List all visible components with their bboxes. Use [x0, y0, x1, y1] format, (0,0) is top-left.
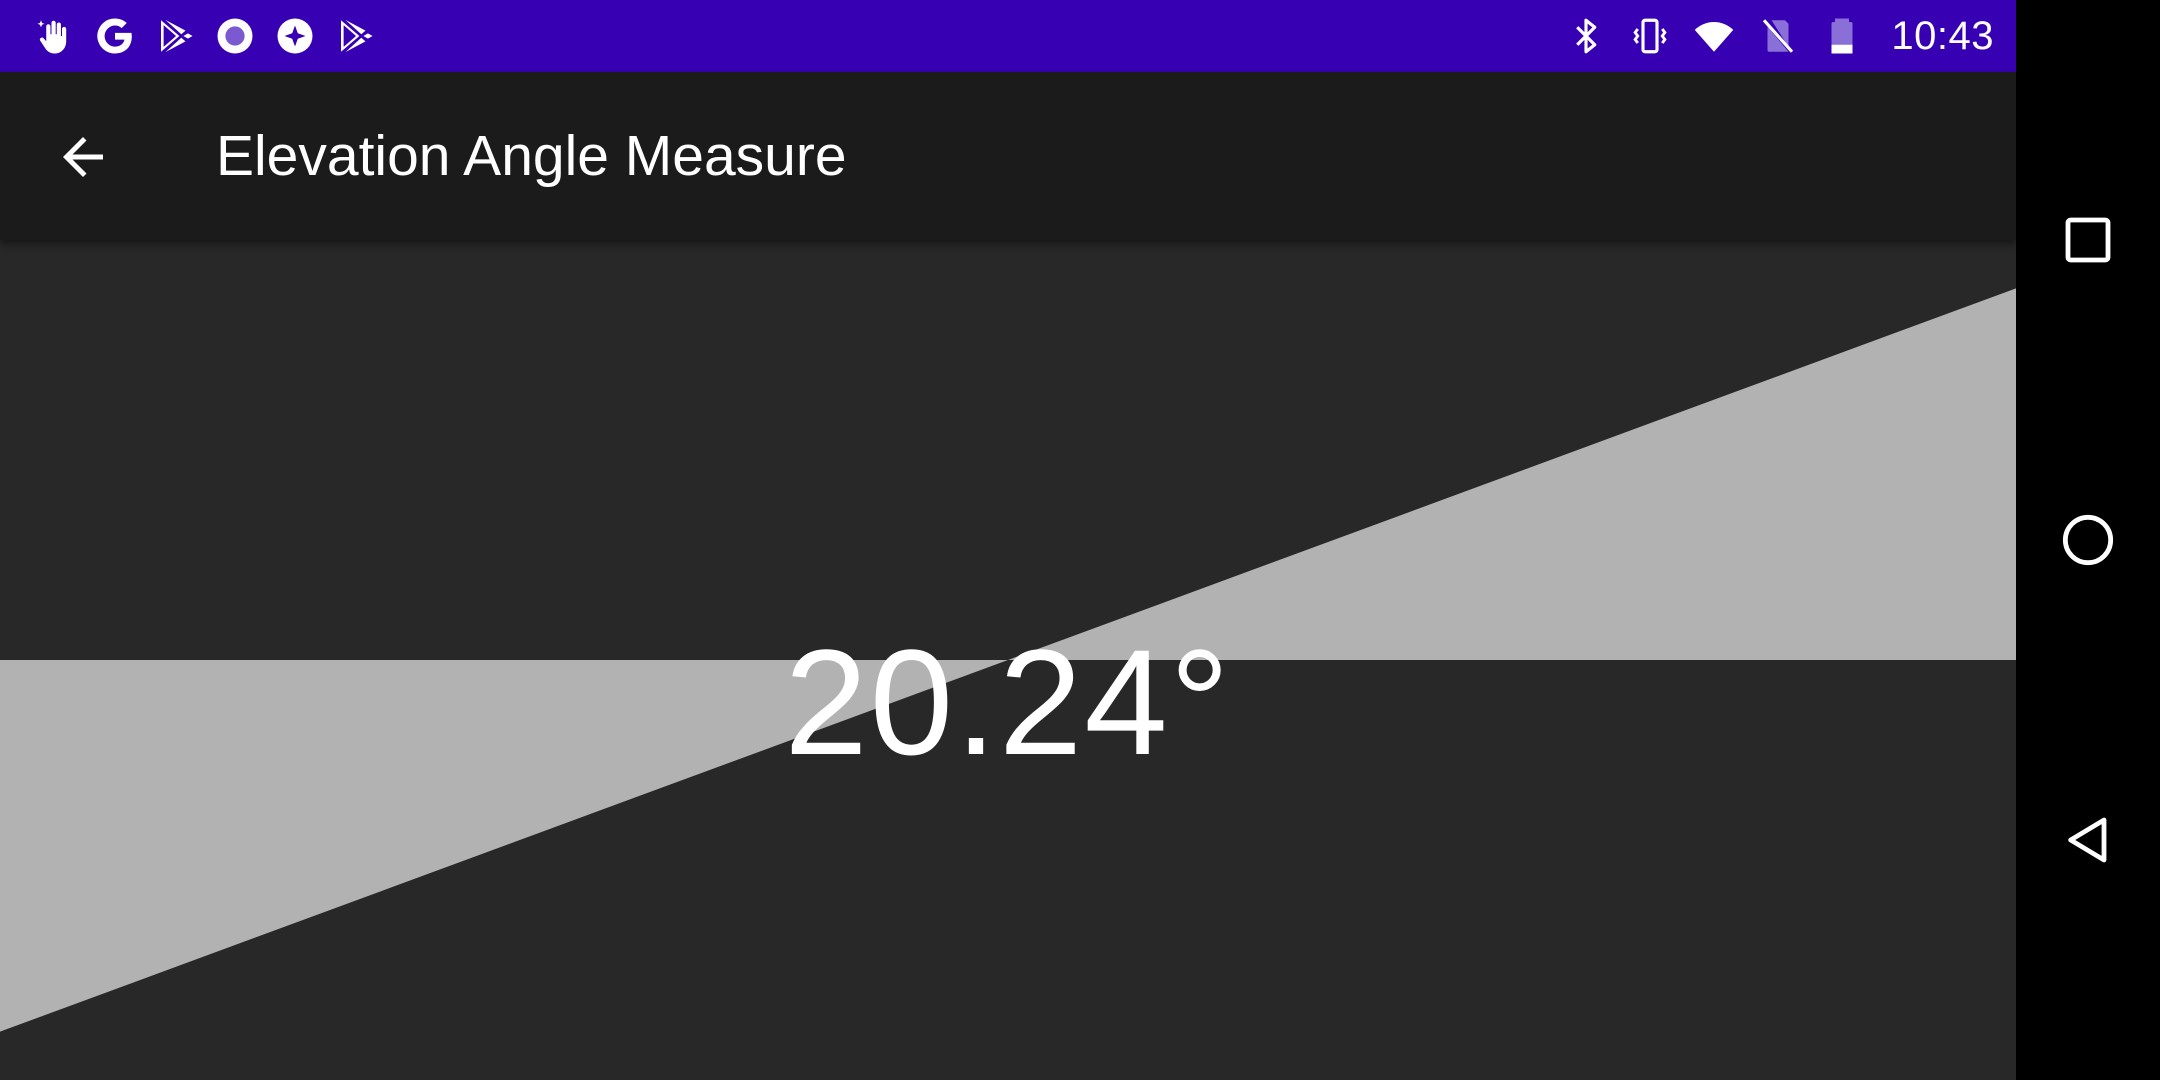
app-bar: Elevation Angle Measure: [0, 72, 2016, 240]
back-button[interactable]: [38, 112, 128, 202]
gesture-icon: [34, 15, 76, 57]
home-icon: [2062, 514, 2114, 566]
bluetooth-icon: [1565, 15, 1607, 57]
screen: 10:43 Elevation Angle Measure 20.24°: [0, 0, 2160, 1080]
play-store-icon: [154, 15, 196, 57]
clock: 10:43: [1891, 13, 1994, 58]
angle-readout: 20.24°: [784, 618, 1232, 786]
nav-back-button[interactable]: [2016, 768, 2160, 912]
navigation-bar: [2016, 0, 2160, 1080]
play-store-icon: [334, 15, 376, 57]
google-icon: [94, 15, 136, 57]
system-status-icons: 10:43: [1565, 0, 1994, 72]
app-diamond-icon: [274, 15, 316, 57]
wifi-icon: [1693, 15, 1735, 57]
home-button[interactable]: [2016, 468, 2160, 612]
arrow-back-icon: [63, 137, 103, 177]
no-sim-icon: [1757, 15, 1799, 57]
vibrate-icon: [1629, 15, 1671, 57]
status-bar: 10:43: [0, 0, 2016, 72]
level-surface: 20.24°: [0, 240, 2016, 1080]
battery-icon: [1821, 15, 1863, 57]
recents-icon: [2065, 217, 2111, 263]
page-title: Elevation Angle Measure: [216, 124, 847, 188]
recents-button[interactable]: [2016, 168, 2160, 312]
record-icon: [214, 15, 256, 57]
notification-icons: [34, 0, 376, 72]
back-triangle-icon: [2068, 817, 2107, 863]
